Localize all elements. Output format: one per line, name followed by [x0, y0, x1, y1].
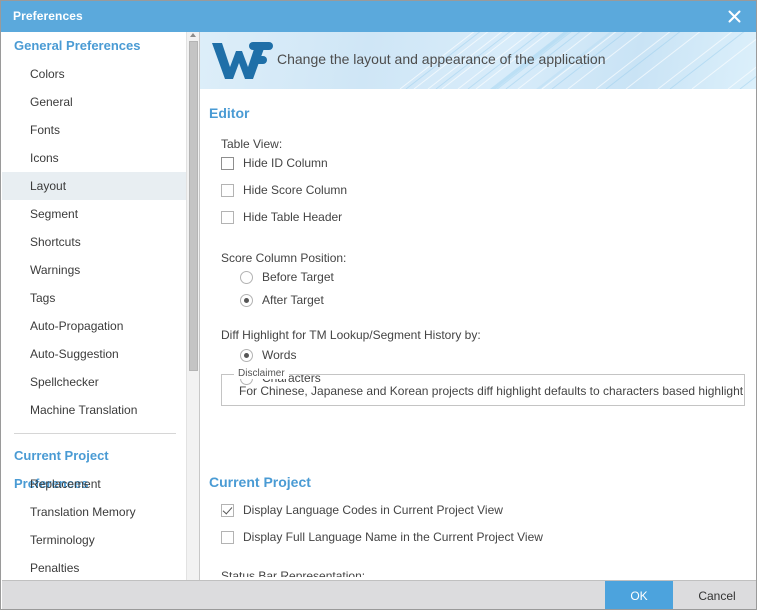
radio-row-after-target[interactable]: After Target — [240, 293, 324, 307]
sidebar-item-penalties[interactable]: Penalties — [2, 554, 186, 580]
sidebar-item-terminology[interactable]: Terminology — [2, 526, 186, 554]
checkbox-label-hide-table-header: Hide Table Header — [243, 210, 343, 224]
sidebar-item-translation-memory[interactable]: Translation Memory — [2, 498, 186, 526]
radio-after-target[interactable] — [240, 293, 253, 307]
radio-label-before-target: Before Target — [262, 270, 334, 284]
sidebar-item-warnings[interactable]: Warnings — [2, 256, 186, 284]
sidebar-divider-line — [14, 433, 176, 434]
sidebar-group-title-general: General Preferences — [14, 38, 141, 53]
sidebar-item-general[interactable]: General — [2, 88, 186, 116]
disclaimer-legend: Disclaimer — [234, 368, 289, 379]
checkbox-row-hide-table-header[interactable]: Hide Table Header — [221, 210, 342, 224]
section-heading-current-project: Current Project — [209, 474, 311, 490]
sidebar-item-fonts[interactable]: Fonts — [2, 116, 186, 144]
radio-label-after-target: After Target — [262, 293, 324, 307]
checkbox-label-hide-score-column: Hide Score Column — [243, 183, 348, 197]
radio-before-target[interactable] — [240, 270, 253, 284]
cancel-button[interactable]: Cancel — [681, 581, 753, 609]
label-status-bar-representation: Status Bar Representation: — [221, 569, 366, 577]
label-score-column-position: Score Column Position: — [221, 251, 347, 265]
close-icon — [728, 10, 741, 23]
window-title: Preferences — [13, 9, 83, 23]
radio-row-words[interactable]: Words — [240, 348, 296, 362]
sidebar-scrollbar[interactable] — [186, 32, 199, 580]
disclaimer-group-box: Disclaimer For Chinese, Japanese and Kor… — [221, 368, 745, 406]
sidebar-item-auto-propagation[interactable]: Auto-Propagation — [2, 312, 186, 340]
banner-description: Change the layout and appearance of the … — [277, 51, 606, 67]
radio-words[interactable] — [240, 348, 253, 362]
main-panel: Change the layout and appearance of the … — [200, 32, 756, 580]
title-bar: Preferences — [1, 1, 756, 32]
wordfast-logo-icon — [212, 42, 273, 79]
dialog-footer: OK Cancel — [2, 580, 756, 609]
sidebar-item-tags[interactable]: Tags — [2, 284, 186, 312]
close-button[interactable] — [710, 1, 756, 32]
preferences-dialog: Preferences General Preferences Colors G… — [0, 0, 757, 610]
checkbox-label-hide-id-column: Hide ID Column — [243, 156, 328, 170]
sidebar-item-spellchecker[interactable]: Spellchecker — [2, 368, 186, 396]
checkbox-display-full-language-name[interactable] — [221, 530, 234, 544]
checkbox-hide-score-column[interactable] — [221, 183, 234, 197]
checkbox-row-display-full-language-name[interactable]: Display Full Language Name in the Curren… — [221, 530, 543, 544]
scroll-up-arrow-icon[interactable] — [190, 33, 196, 37]
sidebar-group-title-current-project: Current Project Preferences — [14, 448, 109, 491]
preferences-sidebar[interactable]: General Preferences Colors General Fonts… — [2, 32, 186, 580]
sidebar-item-icons[interactable]: Icons — [2, 144, 186, 172]
checkbox-label-display-language-codes: Display Language Codes in Current Projec… — [243, 503, 503, 517]
ok-button[interactable]: OK — [605, 581, 673, 609]
sidebar-item-layout[interactable]: Layout — [2, 172, 186, 200]
checkbox-row-hide-score-column[interactable]: Hide Score Column — [221, 183, 347, 197]
label-diff-highlight: Diff Highlight for TM Lookup/Segment His… — [221, 328, 481, 342]
sidebar-group-general: General Preferences Colors General Fonts… — [2, 32, 186, 424]
sidebar-item-auto-suggestion[interactable]: Auto-Suggestion — [2, 340, 186, 368]
sidebar-item-shortcuts[interactable]: Shortcuts — [2, 228, 186, 256]
radio-label-words: Words — [262, 348, 297, 362]
page-banner: Change the layout and appearance of the … — [200, 32, 756, 89]
label-table-view: Table View: — [221, 137, 283, 151]
checkbox-row-display-language-codes[interactable]: Display Language Codes in Current Projec… — [221, 503, 503, 517]
checkbox-hide-id-column[interactable] — [221, 156, 234, 170]
sidebar-item-colors[interactable]: Colors — [2, 60, 186, 88]
section-heading-editor: Editor — [209, 105, 250, 121]
sidebar-item-machine-translation[interactable]: Machine Translation — [2, 396, 186, 424]
sidebar-group-current-project: Current Project Preferences Replacement … — [2, 442, 186, 580]
radio-row-before-target[interactable]: Before Target — [240, 270, 334, 284]
sidebar-scrollbar-thumb[interactable] — [189, 41, 198, 371]
sidebar-item-replacement[interactable]: Replacement — [2, 470, 186, 498]
checkbox-row-hide-id-column[interactable]: Hide ID Column — [221, 156, 328, 170]
sidebar-item-segment[interactable]: Segment — [2, 200, 186, 228]
settings-content: Editor Table View: Hide ID Column Hide S… — [200, 89, 756, 580]
checkbox-hide-table-header[interactable] — [221, 210, 234, 224]
checkbox-label-display-full-language-name: Display Full Language Name in the Curren… — [243, 530, 543, 544]
disclaimer-text: For Chinese, Japanese and Korean project… — [239, 384, 744, 398]
checkbox-display-language-codes[interactable] — [221, 503, 234, 517]
